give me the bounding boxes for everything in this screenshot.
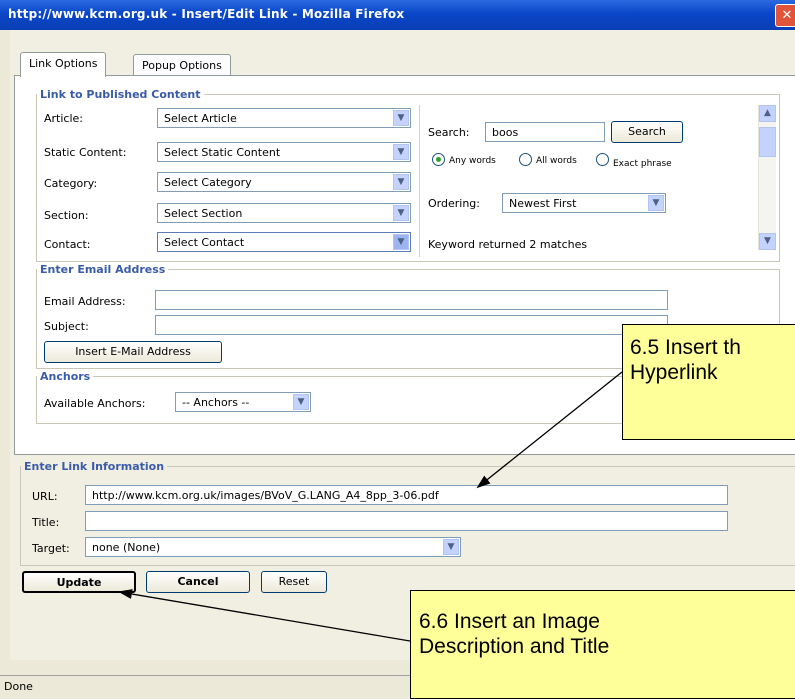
anchors-select[interactable]: -- Anchors -- ▼ xyxy=(175,392,311,412)
chevron-down-icon: ▼ xyxy=(393,234,409,250)
subject-label: Subject: xyxy=(44,320,89,333)
tab-label: Link Options xyxy=(29,57,98,70)
all-words-label: All words xyxy=(536,156,577,166)
callout-line: Description and Title xyxy=(419,635,610,658)
anchors-legend: Anchors xyxy=(40,370,91,383)
link-info-legend: Enter Link Information xyxy=(24,460,165,473)
callout-line: 6.5 Insert th xyxy=(630,336,741,359)
reset-button[interactable]: Reset xyxy=(261,571,327,593)
url-label: URL: xyxy=(32,490,58,503)
search-button[interactable]: Search xyxy=(611,121,683,143)
scroll-down-icon[interactable]: ▼ xyxy=(759,233,776,250)
window-titlebar: http://www.kcm.org.uk - Insert/Edit Link… xyxy=(0,0,795,30)
url-value: http://www.kcm.org.uk/images/BVoV_G.LANG… xyxy=(92,489,439,502)
search-input-value: boos xyxy=(492,126,519,139)
anchors-label: Available Anchors: xyxy=(44,397,146,410)
update-button[interactable]: Update xyxy=(22,571,136,593)
category-value: Select Category xyxy=(164,176,252,189)
cancel-button-label: Cancel xyxy=(177,575,219,588)
callout-image-description: 6.6 Insert an Image Description and Titl… xyxy=(410,590,795,699)
callout-insert-hyperlink: 6.5 Insert th Hyperlink xyxy=(622,324,795,440)
published-legend: Link to Published Content xyxy=(40,88,201,101)
update-button-label: Update xyxy=(56,576,102,589)
callout-line: Hyperlink xyxy=(630,361,718,384)
category-select[interactable]: Select Category ▼ xyxy=(157,172,411,192)
target-label: Target: xyxy=(32,542,70,555)
ordering-value: Newest First xyxy=(509,197,577,210)
target-select[interactable]: none (None) ▼ xyxy=(85,537,461,557)
static-content-label: Static Content: xyxy=(44,146,127,159)
section-label: Section: xyxy=(44,209,89,222)
close-icon[interactable]: ✕ xyxy=(775,4,795,27)
exact-phrase-label: Exact phrase xyxy=(613,159,672,169)
search-label: Search: xyxy=(428,126,470,139)
chevron-down-icon: ▼ xyxy=(293,394,309,410)
article-value: Select Article xyxy=(164,112,237,125)
chevron-down-icon: ▼ xyxy=(648,195,664,211)
url-input[interactable]: http://www.kcm.org.uk/images/BVoV_G.LANG… xyxy=(85,485,728,505)
search-input[interactable]: boos xyxy=(485,122,605,142)
radio-checked-dot xyxy=(436,157,441,162)
tab-label: Popup Options xyxy=(142,59,222,72)
static-content-value: Select Static Content xyxy=(164,146,281,159)
cancel-button[interactable]: Cancel xyxy=(146,571,250,593)
column-divider xyxy=(419,105,420,257)
email-address-label: Email Address: xyxy=(44,295,126,308)
category-label: Category: xyxy=(44,177,98,190)
target-value: none (None) xyxy=(92,541,161,554)
chevron-down-icon: ▼ xyxy=(393,205,409,221)
search-result-text: Keyword returned 2 matches xyxy=(428,238,588,251)
insert-email-button[interactable]: Insert E-Mail Address xyxy=(44,341,222,363)
all-words-radio[interactable] xyxy=(519,153,532,166)
chevron-down-icon: ▼ xyxy=(393,110,409,126)
reset-button-label: Reset xyxy=(278,575,310,588)
article-label: Article: xyxy=(44,112,83,125)
callout-line: 6.6 Insert an Image xyxy=(419,610,600,633)
results-scrollbar[interactable]: ▲ ▼ xyxy=(758,105,776,250)
section-select[interactable]: Select Section ▼ xyxy=(157,203,411,223)
search-button-label: Search xyxy=(628,125,666,138)
static-content-select[interactable]: Select Static Content ▼ xyxy=(157,142,411,162)
article-select[interactable]: Select Article ▼ xyxy=(157,108,411,128)
email-legend: Enter Email Address xyxy=(40,263,166,276)
scroll-up-icon[interactable]: ▲ xyxy=(759,105,776,122)
title-label: Title: xyxy=(32,516,60,529)
contact-value: Select Contact xyxy=(164,236,245,249)
ordering-label: Ordering: xyxy=(428,197,480,210)
subject-input[interactable] xyxy=(155,315,668,335)
window-title: http://www.kcm.org.uk - Insert/Edit Link… xyxy=(8,7,405,21)
chevron-down-icon: ▼ xyxy=(443,539,459,555)
tab-popup-options[interactable]: Popup Options xyxy=(133,54,231,77)
status-text: Done xyxy=(4,680,33,693)
insert-email-button-label: Insert E-Mail Address xyxy=(75,345,191,358)
exact-phrase-radio[interactable] xyxy=(596,153,609,166)
tab-link-options[interactable]: Link Options xyxy=(20,52,107,77)
contact-select[interactable]: Select Contact ▼ xyxy=(157,232,411,252)
ordering-select[interactable]: Newest First ▼ xyxy=(502,193,666,213)
any-words-label: Any words xyxy=(449,156,496,166)
chevron-down-icon: ▼ xyxy=(393,144,409,160)
chevron-down-icon: ▼ xyxy=(393,174,409,190)
contact-label: Contact: xyxy=(44,238,91,251)
scroll-thumb[interactable] xyxy=(759,127,776,157)
any-words-radio[interactable] xyxy=(432,153,445,166)
title-input[interactable] xyxy=(85,511,728,531)
section-value: Select Section xyxy=(164,207,243,220)
email-address-input[interactable] xyxy=(155,290,668,310)
anchors-value: -- Anchors -- xyxy=(182,396,250,409)
